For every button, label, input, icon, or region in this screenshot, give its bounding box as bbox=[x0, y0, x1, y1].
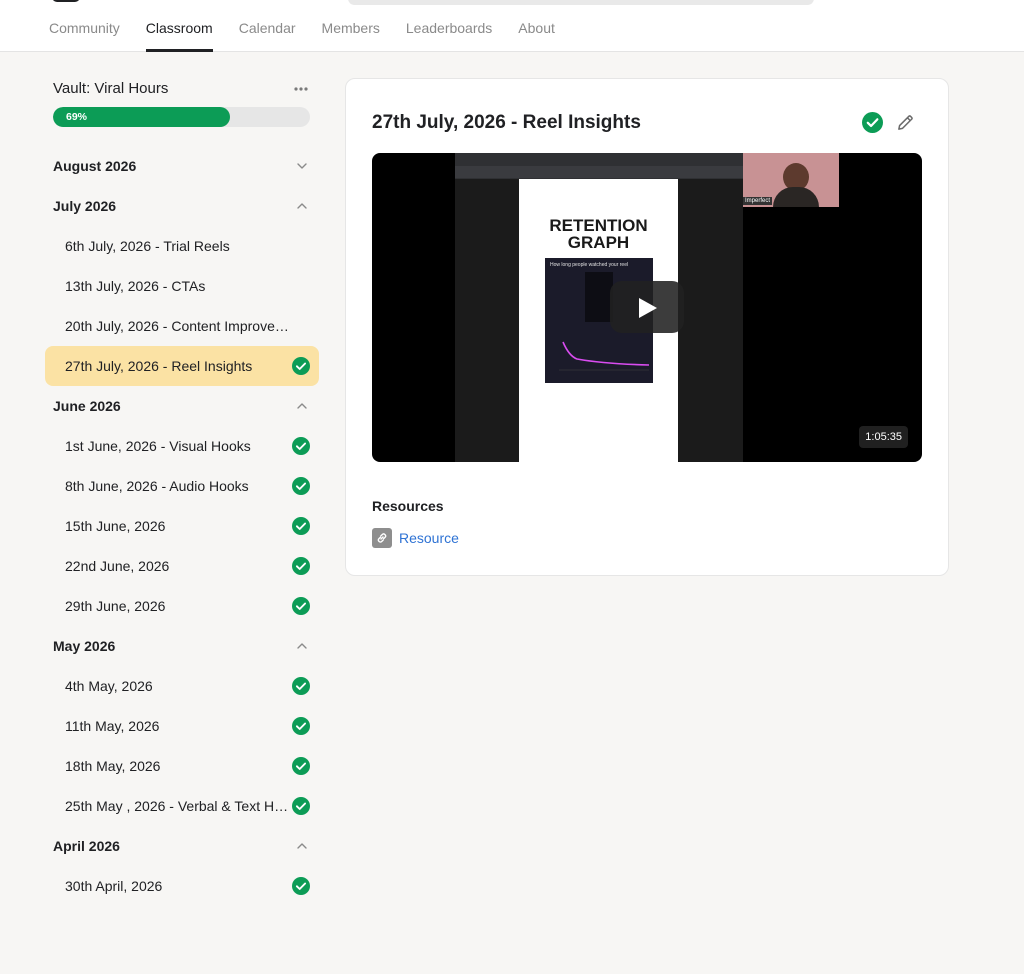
lesson-item-label: 25th May , 2026 - Verbal & Text Ho... bbox=[65, 798, 289, 814]
lesson-item-label: 4th May, 2026 bbox=[65, 678, 153, 694]
module-header-june-2026[interactable]: June 2026 bbox=[45, 386, 319, 426]
lesson-item-label: 18th May, 2026 bbox=[65, 758, 161, 774]
module-header-may-2026[interactable]: May 2026 bbox=[45, 626, 319, 666]
progress-label: 69% bbox=[66, 111, 88, 123]
resources-heading: Resources bbox=[372, 498, 444, 514]
lesson-item[interactable]: 13th July, 2026 - CTAs bbox=[45, 266, 319, 306]
lesson-item[interactable]: 18th May, 2026 bbox=[45, 746, 319, 786]
completed-check-icon bbox=[292, 877, 310, 895]
resource-link-label[interactable]: Resource bbox=[399, 530, 459, 546]
completed-check-icon bbox=[292, 597, 310, 615]
lesson-item-label: 11th May, 2026 bbox=[65, 718, 160, 734]
tab-about[interactable]: About bbox=[518, 0, 555, 52]
tab-classroom[interactable]: Classroom bbox=[145, 0, 213, 52]
video-player[interactable]: RETENTION GRAPH How long people watched … bbox=[372, 153, 922, 462]
video-frame-webcam: Imperfect bbox=[743, 153, 839, 207]
lesson-item[interactable]: 4th May, 2026 bbox=[45, 666, 319, 706]
lesson-card: 27th July, 2026 - Reel Insights RETENTIO… bbox=[345, 78, 949, 576]
nav-tabs: Community Classroom Calendar Members Leaderb… bbox=[49, 0, 581, 52]
module-header-april-2026[interactable]: April 2026 bbox=[45, 826, 319, 866]
resource-link[interactable]: Resource bbox=[372, 528, 459, 548]
tab-members[interactable]: Members bbox=[322, 0, 380, 52]
lesson-item-label: 1st June, 2026 - Visual Hooks bbox=[65, 438, 251, 454]
completed-check-icon[interactable] bbox=[862, 112, 883, 133]
module-header-july-2026[interactable]: July 2026 bbox=[45, 186, 319, 226]
link-icon bbox=[372, 528, 392, 548]
lesson-title: 27th July, 2026 - Reel Insights bbox=[372, 112, 641, 133]
tab-leaderboards[interactable]: Leaderboards bbox=[406, 0, 492, 52]
module-list: August 2026 July 2026 6th July, 2026 - Tri… bbox=[45, 146, 319, 906]
course-title: Vault: Viral Hours bbox=[53, 80, 169, 97]
lesson-item[interactable]: 8th June, 2026 - Audio Hooks bbox=[45, 466, 319, 506]
module-header-label: July 2026 bbox=[53, 198, 117, 214]
module-header-label: April 2026 bbox=[53, 838, 120, 854]
chevron-down-icon[interactable] bbox=[295, 159, 309, 173]
completed-check-icon bbox=[292, 437, 310, 455]
completed-check-icon bbox=[292, 477, 310, 495]
completed-check-icon bbox=[292, 677, 310, 695]
lesson-item[interactable]: 15th June, 2026 bbox=[45, 506, 319, 546]
lesson-item-label: 22nd June, 2026 bbox=[65, 558, 170, 574]
more-options-icon[interactable] bbox=[293, 80, 309, 98]
course-progress-bar: 69% bbox=[53, 107, 310, 127]
webcam-presenter-body bbox=[773, 187, 819, 207]
lesson-item[interactable]: 25th May , 2026 - Verbal & Text Ho... bbox=[45, 786, 319, 826]
lesson-item[interactable]: 22nd June, 2026 bbox=[45, 546, 319, 586]
tab-calendar[interactable]: Calendar bbox=[239, 0, 296, 52]
chevron-up-icon[interactable] bbox=[295, 199, 309, 213]
lesson-item-label: 15th June, 2026 bbox=[65, 518, 166, 534]
chevron-up-icon[interactable] bbox=[295, 639, 309, 653]
video-frame-heading: RETENTION GRAPH bbox=[549, 216, 648, 252]
video-duration: 1:05:35 bbox=[859, 426, 908, 448]
lesson-item-label: 20th July, 2026 - Content Improvement ..… bbox=[65, 318, 289, 334]
completed-check-icon bbox=[292, 757, 310, 775]
completed-check-icon bbox=[292, 357, 310, 375]
lesson-item-label: 6th July, 2026 - Trial Reels bbox=[65, 238, 230, 254]
play-icon bbox=[639, 298, 657, 318]
lesson-item[interactable]: 1st June, 2026 - Visual Hooks bbox=[45, 426, 319, 466]
completed-check-icon bbox=[292, 517, 310, 535]
play-button[interactable] bbox=[610, 281, 684, 333]
lesson-item-label: 30th April, 2026 bbox=[65, 878, 163, 894]
progress-fill: 69% bbox=[53, 107, 231, 127]
completed-check-icon bbox=[292, 557, 310, 575]
lesson-item[interactable]: 27th July, 2026 - Reel Insights bbox=[45, 346, 319, 386]
lesson-item-label: 8th June, 2026 - Audio Hooks bbox=[65, 478, 249, 494]
lesson-item-label: 27th July, 2026 - Reel Insights bbox=[65, 358, 253, 374]
module-header-label: August 2026 bbox=[53, 158, 137, 174]
lesson-item-label: 13th July, 2026 - CTAs bbox=[65, 278, 206, 294]
module-header-label: June 2026 bbox=[53, 398, 121, 414]
module-header-august-2026[interactable]: August 2026 bbox=[45, 146, 319, 186]
edit-pencil-icon[interactable] bbox=[896, 113, 915, 132]
module-header-label: May 2026 bbox=[53, 638, 116, 654]
lesson-item[interactable]: 30th April, 2026 bbox=[45, 866, 319, 906]
top-navigation-bar: Community Classroom Calendar Members Leaderb… bbox=[0, 0, 1024, 52]
chevron-up-icon[interactable] bbox=[295, 399, 309, 413]
lesson-item[interactable]: 20th July, 2026 - Content Improvement ..… bbox=[45, 306, 319, 346]
completed-check-icon bbox=[292, 717, 310, 735]
lesson-item[interactable]: 11th May, 2026 bbox=[45, 706, 319, 746]
webcam-tag: Imperfect bbox=[743, 197, 773, 205]
lesson-item[interactable]: 6th July, 2026 - Trial Reels bbox=[45, 226, 319, 266]
lesson-item-label: 29th June, 2026 bbox=[65, 598, 166, 614]
lesson-item[interactable]: 29th June, 2026 bbox=[45, 586, 319, 626]
video-frame-address-bar bbox=[455, 166, 743, 178]
tab-community[interactable]: Community bbox=[49, 0, 120, 52]
chevron-up-icon[interactable] bbox=[295, 839, 309, 853]
completed-check-icon bbox=[292, 797, 310, 815]
